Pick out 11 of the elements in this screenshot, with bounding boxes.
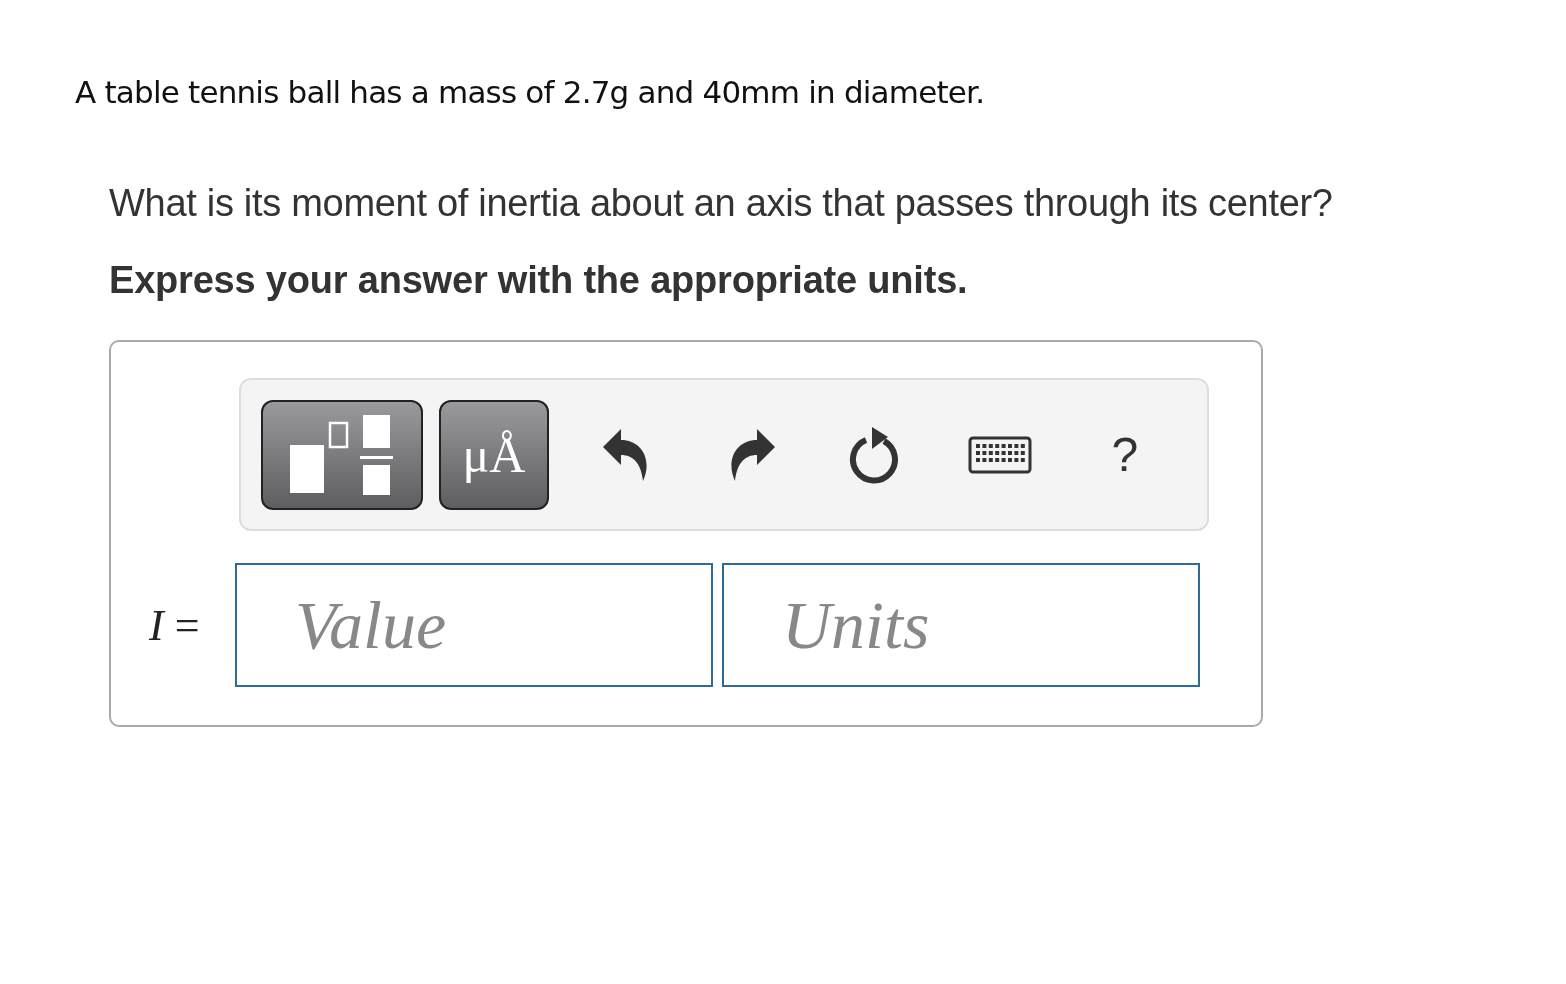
question-text: What is its moment of inertia about an axis that passes through its center? bbox=[109, 182, 1334, 225]
intro-text: A table tennis ball has a mass of 2.7g and 40mm in diameter. bbox=[75, 74, 986, 110]
value-field[interactable]: Value bbox=[235, 563, 713, 687]
instruction-text: Express your answer with the appropriate units. bbox=[109, 259, 969, 302]
keyboard-icon bbox=[968, 435, 1033, 474]
variable-label: I = bbox=[148, 599, 201, 651]
fraction-exponent-icon bbox=[290, 414, 394, 495]
template-button[interactable] bbox=[261, 399, 424, 510]
help-button[interactable]: ? bbox=[1062, 414, 1187, 495]
units-field[interactable]: Units bbox=[722, 563, 1200, 687]
symbols-button[interactable]: μÅ bbox=[439, 399, 549, 510]
